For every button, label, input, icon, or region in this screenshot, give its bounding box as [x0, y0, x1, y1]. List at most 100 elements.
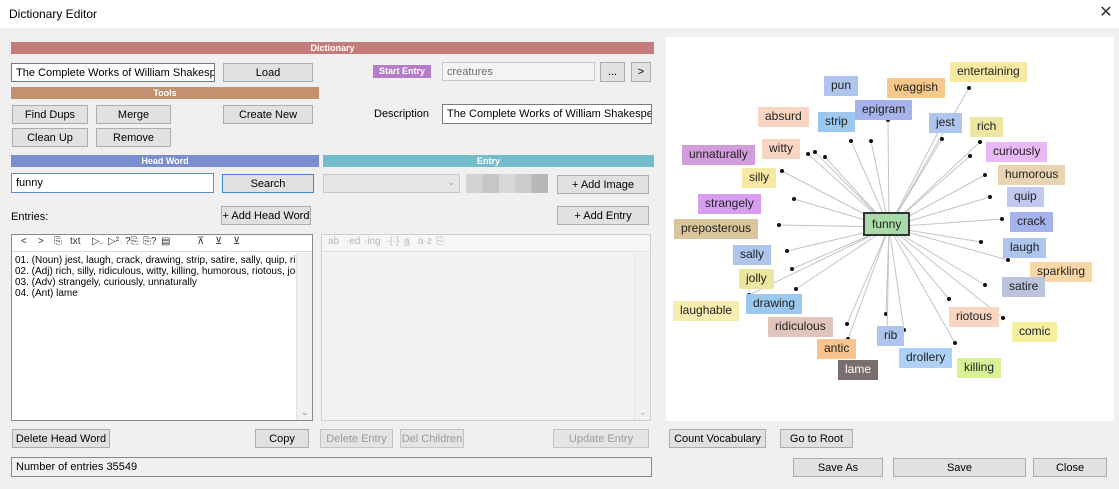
entries-lines: 01. (Noun) jest, laugh, crack, drawing, … [12, 255, 297, 299]
close-button[interactable]: Close [1033, 458, 1107, 477]
ed-suffix-icon: ·ed [346, 236, 361, 247]
head-word-input[interactable]: funny [11, 173, 214, 193]
status-bar: Number of entries 35549 [11, 457, 652, 477]
dictionary-name-field[interactable]: The Complete Works of William Shakespear… [11, 63, 215, 82]
dictionary-band: Dictionary [11, 42, 654, 54]
graph-node-silly[interactable]: silly [742, 168, 776, 188]
save-as-button[interactable]: Save As [793, 458, 883, 477]
list-item[interactable]: 02. (Adj) rich, silly, ridiculous, witty… [12, 266, 297, 277]
copy-entry-icon[interactable]: ⎘ [54, 236, 62, 247]
list-item[interactable]: 01. (Noun) jest, laugh, crack, drawing, … [12, 255, 297, 266]
graph-node-strangely[interactable]: strangely [698, 194, 761, 214]
copy-button[interactable]: Copy [255, 429, 309, 448]
graph-node-killing[interactable]: killing [957, 358, 1002, 378]
close-window-icon[interactable]: ✕ [1095, 2, 1117, 24]
graph-node-drawing[interactable]: drawing [746, 294, 803, 314]
start-entry-label: Start Entry [373, 65, 431, 78]
entry-editor-toolbar: ab ·ed ·ing ·{·} a̲ a·z ⎘ [322, 235, 650, 252]
play-dot-icon[interactable]: ▷. [92, 236, 102, 247]
graph-node-laughable[interactable]: laughable [673, 301, 740, 321]
entry-editor-body[interactable] [322, 253, 634, 420]
graph-node-humorous[interactable]: humorous [998, 165, 1066, 185]
list-item[interactable]: 04. (Ant) lame [12, 288, 297, 299]
graph-node-quip[interactable]: quip [1007, 187, 1044, 207]
next-entry-button[interactable]: > [631, 62, 651, 82]
list-item[interactable]: 03. (Adv) strangely, curiously, unnatura… [12, 277, 297, 288]
browse-button[interactable]: ... [600, 62, 625, 82]
graph-node-antic[interactable]: antic [817, 339, 857, 359]
description-label: Description [374, 108, 430, 120]
text-icon[interactable]: txt [70, 236, 81, 247]
entry-scrollbar[interactable]: ⌄ [634, 253, 650, 420]
search-button[interactable]: Search [222, 174, 314, 193]
graph-node-jest[interactable]: jest [929, 113, 962, 133]
graph-node-unnaturally[interactable]: unnaturally [682, 145, 755, 165]
image-preview [466, 174, 548, 193]
add-entry-button[interactable]: + Add Entry [557, 206, 649, 225]
graph-node-laugh[interactable]: laugh [1003, 238, 1047, 258]
remove-button[interactable]: Remove [96, 128, 171, 147]
graph-node-preposterous[interactable]: preposterous [674, 219, 759, 239]
entries-label: Entries: [11, 211, 49, 223]
start-entry-field[interactable]: creatures [442, 62, 595, 81]
graph-node-riotous[interactable]: riotous [949, 307, 1000, 327]
scroll-down-icon[interactable]: ⌄ [639, 407, 647, 418]
graph-node-rib[interactable]: rib [877, 326, 905, 346]
merge-button[interactable]: Merge [96, 105, 171, 124]
graph-node-strip[interactable]: strip [818, 112, 855, 132]
count-vocabulary-button[interactable]: Count Vocabulary [669, 429, 766, 448]
graph-node-absurd[interactable]: absurd [758, 107, 809, 127]
graph-center-node[interactable]: funny [863, 212, 911, 236]
sort-az-icon: a·z [418, 236, 432, 247]
graph-node-drollery[interactable]: drollery [899, 348, 953, 368]
graph-node-waggish[interactable]: waggish [887, 78, 946, 98]
save-button[interactable]: Save [893, 458, 1026, 477]
graph-node-entertaining[interactable]: entertaining [950, 62, 1027, 82]
graph-node-epigram[interactable]: epigram [855, 100, 913, 120]
create-new-button[interactable]: Create New [223, 105, 313, 124]
expand-all-icon[interactable]: ⊻ [233, 236, 240, 247]
head-word-band: Head Word [11, 155, 319, 167]
graph-node-lame[interactable]: lame [838, 360, 879, 380]
copy-query-icon[interactable]: ⎘? [143, 236, 157, 247]
description-field[interactable]: The Complete Works of William Shakespear… [442, 104, 652, 124]
graph-node-crack[interactable]: crack [1010, 212, 1053, 232]
list-icon[interactable]: ▤ [161, 236, 170, 247]
delete-entry-button[interactable]: Delete Entry [320, 429, 393, 448]
add-head-word-button[interactable]: + Add Head Word [221, 206, 311, 225]
entries-scrollbar[interactable]: ⌄ [296, 253, 312, 420]
graph-nodes: pun waggish entertaining absurd strip epigram… [666, 37, 1114, 421]
collapse-icon[interactable]: ⊼ [197, 236, 204, 247]
play-squared-icon[interactable]: ▷² [108, 236, 119, 247]
clean-up-button[interactable]: Clean Up [12, 128, 88, 147]
graph-node-sally[interactable]: sally [733, 245, 772, 265]
graph-node-curiously[interactable]: curiously [986, 142, 1048, 162]
graph-node-ridiculous[interactable]: ridiculous [768, 317, 833, 337]
add-image-button[interactable]: + Add Image [557, 175, 649, 194]
entry-editor[interactable]: ab ·ed ·ing ·{·} a̲ a·z ⎘ ⌄ [321, 234, 651, 421]
graph-node-rich[interactable]: rich [970, 117, 1004, 137]
graph-node-witty[interactable]: witty [762, 139, 800, 159]
expand-icon[interactable]: ⊻ [215, 236, 222, 247]
find-dups-button[interactable]: Find Dups [12, 105, 88, 124]
delete-head-word-button[interactable]: Delete Head Word [12, 429, 110, 448]
prev-arrow-icon[interactable]: < [21, 236, 27, 247]
graph-node-pun[interactable]: pun [824, 76, 859, 96]
go-to-root-button[interactable]: Go to Root [780, 429, 853, 448]
load-button[interactable]: Load [223, 63, 313, 82]
graph-node-satire[interactable]: satire [1002, 277, 1046, 297]
del-children-button[interactable]: Del Children [400, 429, 464, 448]
query-copy-icon[interactable]: ?⎘ [125, 236, 139, 247]
graph-node-comic[interactable]: comic [1012, 322, 1058, 342]
word-graph[interactable]: pun waggish entertaining absurd strip epigram… [666, 37, 1114, 421]
next-arrow-icon[interactable]: > [38, 236, 44, 247]
copy-icon: ⎘ [436, 236, 444, 247]
entry-type-select[interactable]: ⌄ [323, 174, 460, 193]
entries-list[interactable]: < > ⎘ txt ▷. ▷² ?⎘ ⎘? ▤ ⊼ ⊻ ⊻ 01. (Noun)… [11, 234, 313, 421]
scroll-down-icon[interactable]: ⌄ [301, 407, 309, 418]
update-entry-button[interactable]: Update Entry [553, 429, 649, 448]
tools-band: Tools [11, 87, 319, 99]
brackets-icon: ·{·} [386, 236, 400, 247]
ing-suffix-icon: ·ing [364, 236, 381, 247]
graph-node-jolly[interactable]: jolly [739, 269, 774, 289]
